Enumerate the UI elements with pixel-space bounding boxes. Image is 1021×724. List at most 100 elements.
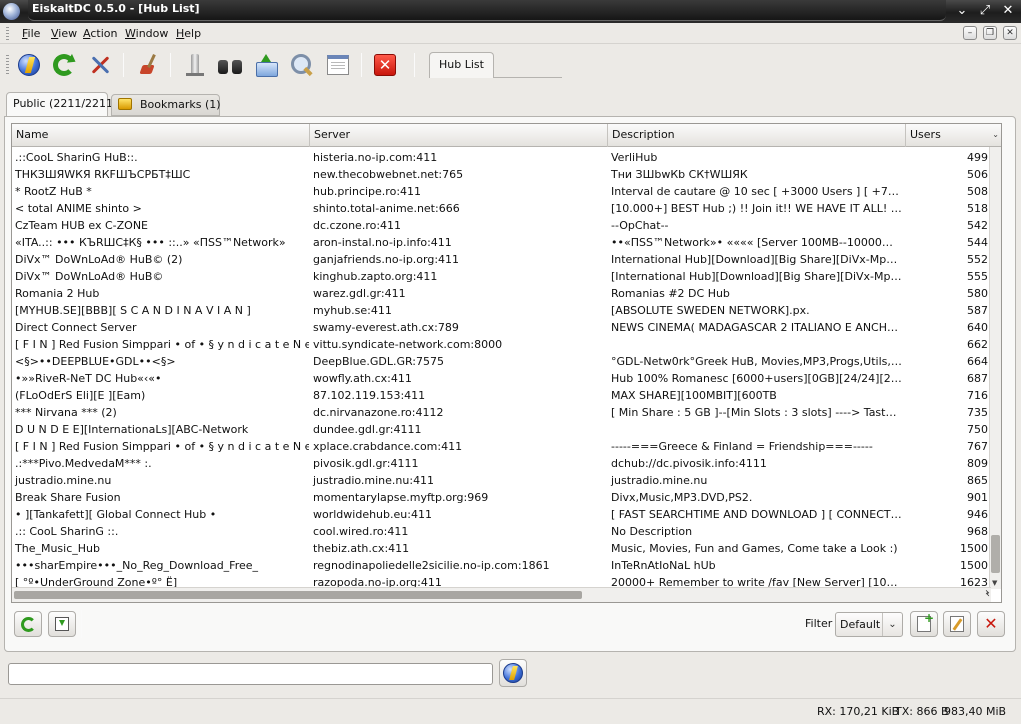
- mdi-close-icon[interactable]: ✕: [1003, 26, 1017, 40]
- connect-button[interactable]: [16, 52, 42, 78]
- table-row[interactable]: [ F I N ] Red Fusion Simppari • of • § y…: [12, 438, 990, 455]
- vertical-scrollbar[interactable]: ▼: [989, 147, 1001, 589]
- table-row[interactable]: D U N D E E][InternationaLs][ABC-Network…: [12, 421, 990, 438]
- mdi-minimize-icon[interactable]: –: [963, 26, 977, 40]
- queue-button[interactable]: [182, 52, 208, 78]
- globe-icon: [18, 54, 40, 76]
- refresh-list-button[interactable]: [14, 611, 42, 637]
- mdi-restore-icon[interactable]: ❐: [983, 26, 997, 40]
- horizontal-scroll-thumb[interactable]: [14, 591, 582, 599]
- horizontal-scrollbar[interactable]: ‹: [12, 587, 991, 602]
- hub-name-cell: < total ANIME shinto >: [15, 202, 142, 215]
- hub-name-cell: [ °º•UnderGround Zone•º° Ё]: [15, 576, 178, 588]
- toolbar-grip[interactable]: [6, 55, 9, 75]
- settings-button[interactable]: [87, 52, 113, 78]
- table-row[interactable]: [MYHUB.SE][BBB][ S C A N D I N A V I A N…: [12, 302, 990, 319]
- hub-table[interactable]: Name Server Description Users ⌄ .::CooL …: [11, 123, 1002, 603]
- close-icon[interactable]: ✕: [999, 2, 1017, 20]
- public-hubs-button[interactable]: [253, 52, 279, 78]
- menu-view[interactable]: View: [51, 27, 77, 40]
- table-row[interactable]: ТНКЗШЯWКЯ RКFШЪСРБТ‡ШС new.thecobwebnet.n…: [12, 166, 990, 183]
- table-row[interactable]: < total ANIME shinto > shinto.total-anime…: [12, 200, 990, 217]
- scroll-right-icon[interactable]: ›: [985, 587, 989, 598]
- title-bar: EiskaltDC 0.5.0 - [Hub List] ⌄ ⤢ ✕: [0, 0, 1021, 23]
- hub-name-cell: Direct Connect Server: [15, 321, 137, 334]
- command-send-button[interactable]: [499, 659, 527, 687]
- table-row[interactable]: [ °º•UnderGround Zone•º° Ё] razopoda.no-i…: [12, 574, 990, 588]
- refresh-icon: [20, 616, 36, 632]
- menu-action[interactable]: Action: [83, 27, 117, 40]
- quit-button[interactable]: ✕: [372, 52, 398, 78]
- menu-file[interactable]: File: [22, 27, 40, 40]
- spy-button[interactable]: [289, 52, 315, 78]
- hub-description-cell: dchub://dc.pivosik.info:4111: [611, 457, 767, 470]
- column-description[interactable]: Description: [608, 124, 906, 147]
- table-row[interactable]: * RootZ HuB * hub.principe.ro:411 Interval…: [12, 183, 990, 200]
- notepad-button[interactable]: [325, 52, 351, 78]
- menu-bar: File View Action Window Help – ❐ ✕: [0, 24, 1021, 44]
- add-hub-button[interactable]: [910, 611, 938, 637]
- menubar-grip[interactable]: [6, 27, 9, 41]
- maximize-icon[interactable]: ⤢: [976, 2, 994, 20]
- table-row[interactable]: *** Nirvana *** (2) dc.nirvanazone.ro:411…: [12, 404, 990, 421]
- command-input[interactable]: [8, 663, 493, 685]
- table-row[interactable]: CzTeam HUB ex C-ZONE dc.czone.ro:411 --OpC…: [12, 217, 990, 234]
- table-row[interactable]: (FLoOdErS Eli][E ][Eam) 87.102.119.153:41…: [12, 387, 990, 404]
- tab-bookmarks[interactable]: Bookmarks (1): [111, 94, 221, 116]
- hub-description-cell: --OpChat--: [611, 219, 669, 232]
- reconnect-button[interactable]: [51, 52, 77, 78]
- status-rx: RX: 170,21 KiB: [817, 705, 900, 718]
- edit-hub-button[interactable]: [943, 611, 971, 637]
- tab-public[interactable]: Public (2211/2211): [6, 92, 117, 117]
- table-row[interactable]: <§>••DEEPBLUE•GDL••<§> DeepBlue.GDL.GR:75…: [12, 353, 990, 370]
- hub-users-cell: 865: [967, 474, 988, 487]
- clear-button[interactable]: [135, 52, 161, 78]
- filter-select[interactable]: Default ⌄: [835, 612, 903, 637]
- scroll-down-icon[interactable]: ▼: [992, 579, 997, 587]
- table-row[interactable]: •»»RiveR-NeT DC Hub«‹«• wowfly.ath.cx:411…: [12, 370, 990, 387]
- hub-server-cell: momentarylapse.myftp.org:969: [313, 491, 489, 504]
- hub-server-cell: 87.102.119.153:411: [313, 389, 426, 402]
- hub-name-cell: [ F I N ] Red Fusion Simppari • of • § y…: [15, 338, 309, 351]
- table-row[interactable]: The_Music_Hub thebiz.ath.cx:411 Music, Mov…: [12, 540, 990, 557]
- hub-users-cell: 555: [967, 270, 988, 283]
- hub-name-cell: .:: CooL SharinG ::.: [15, 525, 119, 538]
- vertical-scroll-thumb[interactable]: [991, 535, 1000, 573]
- hub-description-cell: justradio.mine.nu: [611, 474, 708, 487]
- table-row[interactable]: Direct Connect Server swamy-everest.ath.c…: [12, 319, 990, 336]
- import-button[interactable]: [48, 611, 76, 637]
- hub-users-cell: 1500: [960, 542, 988, 555]
- table-row[interactable]: «ITA..:: ••• КЪRШС‡К§ ••• ::..» «ΠSS™Net…: [12, 234, 990, 251]
- column-server[interactable]: Server: [310, 124, 608, 147]
- table-row[interactable]: Break Share Fusion momentarylapse.myftp.o…: [12, 489, 990, 506]
- hub-users-cell: 587: [967, 304, 988, 317]
- table-row[interactable]: [ F I N ] Red Fusion Simppari • of • § y…: [12, 336, 990, 353]
- search-button[interactable]: [217, 52, 243, 78]
- hub-users-cell: 968: [967, 525, 988, 538]
- menu-help[interactable]: Help: [176, 27, 201, 40]
- hub-users-cell: 544: [967, 236, 988, 249]
- table-row[interactable]: .::CooL SharinG HuB::. histeria.no-ip.com…: [12, 149, 990, 166]
- table-row[interactable]: DiVx™ DoWnLoAd® HuB© kinghub.zapto.org:41…: [12, 268, 990, 285]
- column-name[interactable]: Name: [12, 124, 310, 147]
- chevron-down-icon[interactable]: ⌄: [953, 2, 971, 20]
- table-row[interactable]: DiVx™ DoWnLoAd® HuB© (2) ganjafriends.no-…: [12, 251, 990, 268]
- remove-hub-button[interactable]: ✕: [977, 611, 1005, 637]
- menu-window[interactable]: Window: [125, 27, 168, 40]
- tab-hub-list[interactable]: Hub List: [429, 52, 494, 78]
- column-users[interactable]: Users ⌄: [906, 124, 1001, 147]
- table-row[interactable]: Romania 2 Hub warez.gdl.gr:411 Romanias #2…: [12, 285, 990, 302]
- table-row[interactable]: justradio.mine.nu justradio.mine.nu:411 ju…: [12, 472, 990, 489]
- hub-users-cell: 542: [967, 219, 988, 232]
- hub-users-cell: 580: [967, 287, 988, 300]
- hub-name-cell: The_Music_Hub: [15, 542, 100, 555]
- table-row[interactable]: .:***Pivo.MedvedaM*** :. pivosik.gdl.gr:4…: [12, 455, 990, 472]
- table-row[interactable]: .:: CooL SharinG ::. cool.wired.ro:411 No …: [12, 523, 990, 540]
- bottom-separator: [81, 610, 82, 638]
- hub-name-cell: «ITA..:: ••• КЪRШС‡К§ ••• ::..» «ΠSS™Net…: [15, 236, 286, 249]
- app-icon[interactable]: [3, 3, 20, 20]
- broom-icon: [137, 54, 159, 76]
- hub-name-cell: Romania 2 Hub: [15, 287, 100, 300]
- table-row[interactable]: • ][Tankafett][ Global Connect Hub • worl…: [12, 506, 990, 523]
- table-row[interactable]: •••sharEmpire•••_No_Reg_Download_Free_ re…: [12, 557, 990, 574]
